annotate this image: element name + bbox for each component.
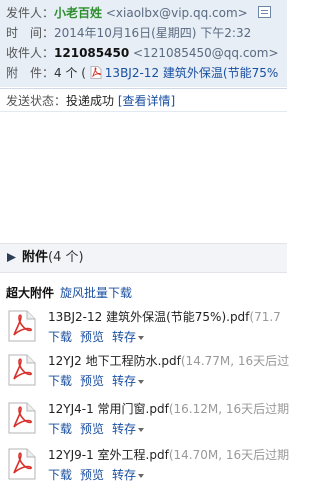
save-to-button[interactable]: 转存 — [112, 330, 145, 344]
attachment-first-link[interactable]: 13BJ2-12 建筑外保温(节能75% — [105, 66, 278, 80]
file-name[interactable]: 12YJ4-1 常用门窗.pdf — [48, 402, 169, 416]
time-row: 时 间：2014年10月16日(星期四) 下午2:32 — [6, 24, 251, 42]
file-name-row: 13BJ2-12 建筑外保温(节能75%).pdf(71.7 — [48, 308, 281, 326]
file-meta: (14.77M, 16天后过 — [180, 354, 290, 368]
attachments-count: (4 个) — [48, 250, 84, 265]
attachment-row: 附 件：4 个 ( 13BJ2-12 建筑外保温(节能75% — [6, 64, 278, 82]
caret-down-icon — [138, 473, 145, 478]
preview-button[interactable]: 预览 — [80, 422, 104, 436]
status-divider — [0, 111, 287, 112]
sender-name[interactable]: 小老百姓 — [54, 6, 102, 20]
save-to-label: 转存 — [112, 374, 137, 388]
triangle-marker-icon — [7, 253, 16, 262]
sender-row: 发件人：小老百姓 <xiaolbx@vip.qq.com> — [6, 4, 248, 22]
pdf-file-icon[interactable] — [8, 448, 36, 480]
sender-label: 发件人： — [6, 6, 55, 20]
save-to-button[interactable]: 转存 — [112, 422, 145, 436]
file-name[interactable]: 12YJ2 地下工程防水.pdf — [48, 354, 181, 368]
status-value: 投递成功 — [66, 94, 115, 108]
pdf-file-icon[interactable] — [8, 402, 36, 434]
header-divider — [0, 88, 287, 89]
sender-email[interactable]: <xiaolbx@vip.qq.com> — [106, 6, 248, 20]
save-to-button[interactable]: 转存 — [112, 374, 145, 388]
preview-button[interactable]: 预览 — [80, 374, 104, 388]
file-item: 12YJ2 地下工程防水.pdf(14.77M, 16天后过 下载 预览 转存 — [0, 350, 289, 400]
preview-button[interactable]: 预览 — [80, 330, 104, 344]
address-card-icon[interactable] — [258, 6, 271, 18]
attachment-count: 4 个 ( — [54, 66, 86, 80]
recipient-row: 收件人：121085450 <121085450@qq.com> — [6, 44, 279, 62]
status-label: 发送状态： — [6, 94, 67, 108]
pdf-file-icon[interactable] — [8, 310, 36, 342]
attachments-title: 附件(4 个) — [22, 249, 84, 267]
attachment-label: 附 件： — [6, 66, 55, 80]
time-label: 时 间： — [6, 26, 55, 40]
file-actions: 下载 预览 转存 — [48, 328, 152, 346]
caret-down-icon — [138, 379, 145, 384]
recipient-email[interactable]: <121085450@qq.com> — [133, 46, 279, 60]
recipient-label: 收件人： — [6, 46, 55, 60]
download-button[interactable]: 下载 — [48, 422, 72, 436]
status-detail-link[interactable]: [查看详情] — [118, 94, 175, 108]
recipient-name[interactable]: 121085450 — [54, 46, 129, 60]
save-to-label: 转存 — [112, 468, 137, 482]
preview-button[interactable]: 预览 — [80, 468, 104, 482]
file-item: 12YJ9-1 室外工程.pdf(14.70M, 16天后过期 下载 预览 转存 — [0, 444, 289, 494]
attachments-title-text: 附件 — [22, 250, 49, 265]
file-name-row: 12YJ9-1 室外工程.pdf(14.70M, 16天后过期 — [48, 446, 289, 464]
file-meta: (71.7 — [249, 310, 281, 324]
batch-download-link[interactable]: 旋风批量下载 — [60, 286, 132, 300]
mail-header: 发件人：小老百姓 <xiaolbx@vip.qq.com> 时 间：2014年1… — [0, 0, 287, 87]
caret-down-icon — [138, 335, 145, 340]
time-value: 2014年10月16日(星期四) 下午2:32 — [54, 26, 252, 40]
file-item: 13BJ2-12 建筑外保温(节能75%).pdf(71.7 下载 预览 转存 — [0, 306, 287, 356]
download-button[interactable]: 下载 — [48, 330, 72, 344]
file-actions: 下载 预览 转存 — [48, 466, 152, 484]
save-to-button[interactable]: 转存 — [112, 468, 145, 482]
file-actions: 下载 预览 转存 — [48, 372, 152, 390]
save-to-label: 转存 — [112, 330, 137, 344]
attachments-section-bar: 附件(4 个) — [0, 243, 287, 273]
file-name-row: 12YJ4-1 常用门窗.pdf(16.12M, 16天后过期 — [48, 400, 289, 418]
large-attachments-label: 超大附件 — [6, 286, 55, 300]
save-to-label: 转存 — [112, 422, 137, 436]
file-item: 12YJ4-1 常用门窗.pdf(16.12M, 16天后过期 下载 预览 转存 — [0, 398, 289, 448]
file-name[interactable]: 13BJ2-12 建筑外保温(节能75%).pdf — [48, 310, 249, 324]
download-button[interactable]: 下载 — [48, 374, 72, 388]
file-name[interactable]: 12YJ9-1 室外工程.pdf — [48, 448, 169, 462]
download-button[interactable]: 下载 — [48, 468, 72, 482]
pdf-file-icon[interactable] — [8, 354, 36, 386]
file-actions: 下载 预览 转存 — [48, 420, 152, 438]
file-meta: (14.70M, 16天后过期 — [168, 448, 290, 462]
pdf-icon — [90, 66, 102, 79]
file-name-row: 12YJ2 地下工程防水.pdf(14.77M, 16天后过 — [48, 352, 289, 370]
file-meta: (16.12M, 16天后过期 — [168, 402, 290, 416]
large-attachments-row: 超大附件 旋风批量下载 — [6, 284, 132, 302]
caret-down-icon — [138, 427, 145, 432]
delivery-status: 发送状态：投递成功 [查看详情] — [6, 92, 175, 110]
